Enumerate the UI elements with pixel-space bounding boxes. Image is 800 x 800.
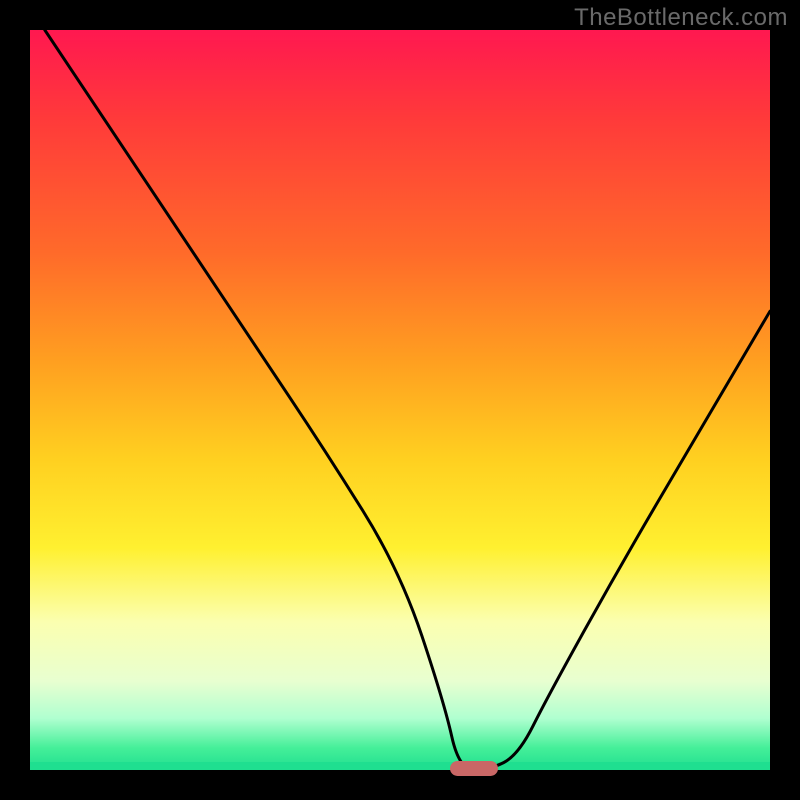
optimal-point-marker: [450, 761, 498, 776]
chart-frame: TheBottleneck.com: [0, 0, 800, 800]
watermark-text: TheBottleneck.com: [574, 4, 788, 32]
bottleneck-curve: [30, 30, 770, 770]
